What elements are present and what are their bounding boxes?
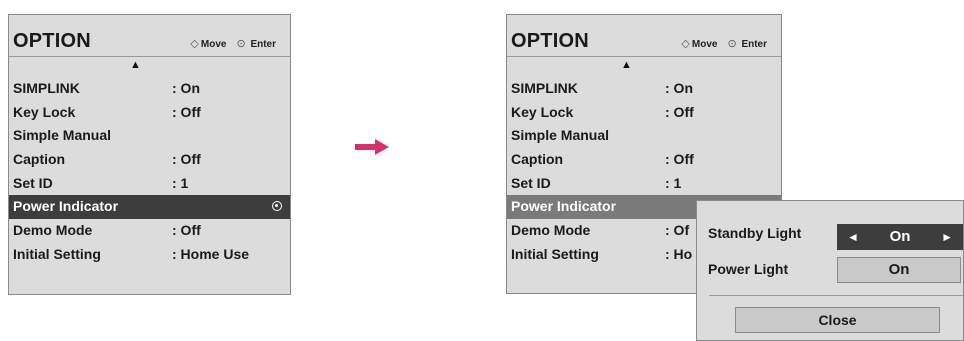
power-indicator-popup: Standby Light ◄ On ► Power Light On Clos…: [696, 200, 964, 341]
enter-icon: [272, 201, 282, 212]
menu-item-value: : Off: [665, 151, 694, 168]
circle-dot-icon: ⊙: [727, 38, 737, 50]
right-arrow-icon[interactable]: ►: [941, 224, 953, 250]
menu-item-label: Initial Setting: [13, 245, 101, 262]
arrows-icon: ◇: [190, 38, 199, 50]
menu-header: OPTION ◇ Move ⊙ Enter: [507, 15, 781, 57]
menu-item-value: : Off: [172, 222, 201, 239]
menu-item-value: : Of: [665, 222, 690, 239]
option-menu-left: OPTION ◇ Move ⊙ Enter ▲ SIMPLINK : On Key …: [8, 14, 291, 295]
power-light-selector[interactable]: On: [837, 257, 961, 283]
menu-item-label: Caption: [511, 151, 564, 168]
menu-item-label: Set ID: [511, 174, 551, 191]
menu-item-simple-manual[interactable]: Simple Manual: [507, 124, 781, 148]
menu-item-set-id[interactable]: Set ID : 1: [507, 172, 781, 196]
menu-item-value: : Off: [172, 151, 201, 168]
hint-move: Move: [691, 39, 718, 50]
circle-dot-icon: ⊙: [236, 38, 246, 50]
menu-item-label: SIMPLINK: [511, 80, 578, 96]
menu-item-power-indicator[interactable]: Power Indicator: [9, 195, 290, 220]
menu-item-caption[interactable]: Caption : Off: [507, 148, 781, 172]
menu-item-label: Demo Mode: [13, 222, 93, 239]
menu-hint: ◇ Move ⊙ Enter: [190, 37, 276, 50]
scroll-up-icon[interactable]: ▲: [130, 60, 141, 71]
menu-item-label: Key Lock: [13, 103, 76, 120]
menu-title: OPTION: [511, 30, 589, 52]
menu-item-value: : On: [665, 80, 693, 96]
scroll-up-icon[interactable]: ▲: [621, 60, 632, 71]
standby-light-selector[interactable]: ◄ On ►: [837, 224, 963, 250]
menu-item-label: Power Indicator: [13, 198, 119, 215]
menu-item-label: Key Lock: [511, 103, 574, 120]
arrows-icon: ◇: [681, 38, 690, 50]
menu-item-simplink[interactable]: SIMPLINK : On: [9, 77, 290, 101]
menu-item-label: Demo Mode: [511, 222, 591, 239]
standby-light-label: Standby Light: [708, 225, 802, 241]
menu-item-simplink[interactable]: SIMPLINK : On: [507, 77, 781, 101]
menu-item-value: : 1: [172, 174, 189, 191]
menu-item-label: Power Indicator: [511, 198, 617, 215]
menu-item-value: : Home Use: [172, 245, 250, 262]
menu-item-key-lock[interactable]: Key Lock : Off: [507, 101, 781, 125]
menu-header: OPTION ◇ Move ⊙ Enter: [9, 15, 290, 57]
menu-item-value: : 1: [665, 174, 682, 191]
menu-item-label: Initial Setting: [511, 245, 599, 262]
menu-item-value: : Ho: [665, 245, 693, 262]
menu-title: OPTION: [13, 30, 91, 52]
menu-item-initial-setting[interactable]: Initial Setting : Home Use: [9, 243, 290, 267]
menu-item-label: Set ID: [13, 174, 53, 191]
menu-item-value: : On: [172, 80, 200, 96]
right-arrow-icon: [355, 139, 389, 155]
hint-move: Move: [200, 39, 227, 50]
power-light-label: Power Light: [708, 261, 789, 277]
menu-item-label: Simple Manual: [511, 127, 610, 144]
menu-item-value: : Off: [172, 103, 201, 120]
menu-item-simple-manual[interactable]: Simple Manual: [9, 124, 290, 148]
menu-item-label: Simple Manual: [13, 127, 112, 144]
close-button[interactable]: Close: [735, 307, 940, 333]
menu-item-label: SIMPLINK: [13, 80, 80, 96]
menu-item-set-id[interactable]: Set ID : 1: [9, 172, 290, 196]
menu-item-label: Caption: [13, 151, 66, 168]
menu-hint: ◇ Move ⊙ Enter: [681, 37, 767, 50]
menu-item-caption[interactable]: Caption : Off: [9, 148, 290, 172]
divider: [709, 295, 963, 296]
menu-item-value: : Off: [665, 103, 694, 120]
menu-item-demo-mode[interactable]: Demo Mode : Off: [9, 219, 290, 243]
hint-enter: Enter: [250, 39, 276, 50]
menu-item-key-lock[interactable]: Key Lock : Off: [9, 101, 290, 125]
hint-enter: Enter: [741, 39, 767, 50]
menu-items: SIMPLINK : On Key Lock : Off Simple Manu…: [9, 77, 290, 267]
